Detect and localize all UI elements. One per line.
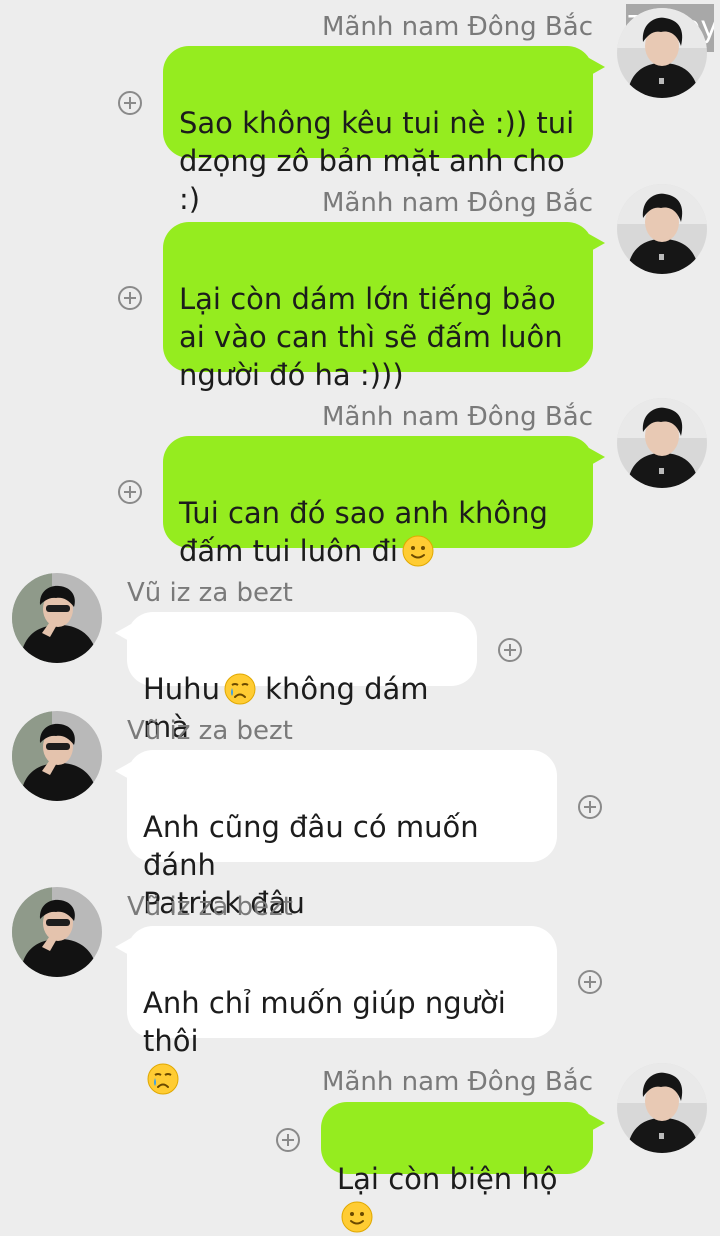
- message-text: Lại còn dám lớn tiếng bảo ai vào can thì…: [179, 282, 563, 392]
- message-bubble[interactable]: Lại còn dám lớn tiếng bảo ai vào can thì…: [163, 222, 605, 392]
- message-bubble[interactable]: Anh cũng đâu có muốn đánh Patrick đâu: [115, 750, 557, 920]
- sender-name: Vũ iz za bezt: [127, 716, 293, 746]
- sender-name: Mãnh nam Đông Bắc: [322, 12, 593, 42]
- sender-name: Vũ iz za bezt: [127, 892, 293, 922]
- message-bubble[interactable]: Lại còn biện hộ: [321, 1102, 605, 1174]
- message-bubble[interactable]: Anh chỉ muốn giúp người thôi: [115, 926, 557, 1038]
- avatar[interactable]: [617, 1063, 707, 1153]
- avatar[interactable]: [12, 887, 102, 977]
- message-bubble[interactable]: Tui can đó sao anh không đấm tui luôn đi: [163, 436, 605, 568]
- crying-face-emoji: [147, 1063, 179, 1095]
- crying-face-emoji: [224, 673, 256, 705]
- slightly-smiling-face-emoji: [402, 535, 434, 567]
- plus-circle-icon[interactable]: [118, 480, 142, 504]
- message-text: Anh chỉ muốn giúp người thôi: [143, 986, 506, 1058]
- avatar[interactable]: [12, 711, 102, 801]
- sender-name: Mãnh nam Đông Bắc: [322, 1067, 593, 1097]
- slightly-smiling-face-emoji: [341, 1201, 373, 1233]
- sender-name: Mãnh nam Đông Bắc: [322, 402, 593, 432]
- message-text: Huhu: [143, 672, 220, 706]
- message-bubble[interactable]: Sao không kêu tui nè :)) tui dzọng zô bả…: [163, 46, 605, 216]
- plus-circle-icon[interactable]: [578, 970, 602, 994]
- plus-circle-icon[interactable]: [118, 91, 142, 115]
- avatar[interactable]: [617, 398, 707, 488]
- avatar[interactable]: [617, 184, 707, 274]
- avatar[interactable]: [617, 8, 707, 98]
- plus-circle-icon[interactable]: [118, 286, 142, 310]
- plus-circle-icon[interactable]: [276, 1128, 300, 1152]
- message-bubble[interactable]: Huhu không dám mà: [115, 612, 477, 744]
- avatar[interactable]: [12, 573, 102, 663]
- sender-name: Vũ iz za bezt: [127, 578, 293, 608]
- message-text: Tui can đó sao anh không đấm tui luôn đi: [179, 496, 548, 568]
- message-text: Lại còn biện hộ: [337, 1162, 558, 1196]
- plus-circle-icon[interactable]: [498, 638, 522, 662]
- plus-circle-icon[interactable]: [578, 795, 602, 819]
- sender-name: Mãnh nam Đông Bắc: [322, 188, 593, 218]
